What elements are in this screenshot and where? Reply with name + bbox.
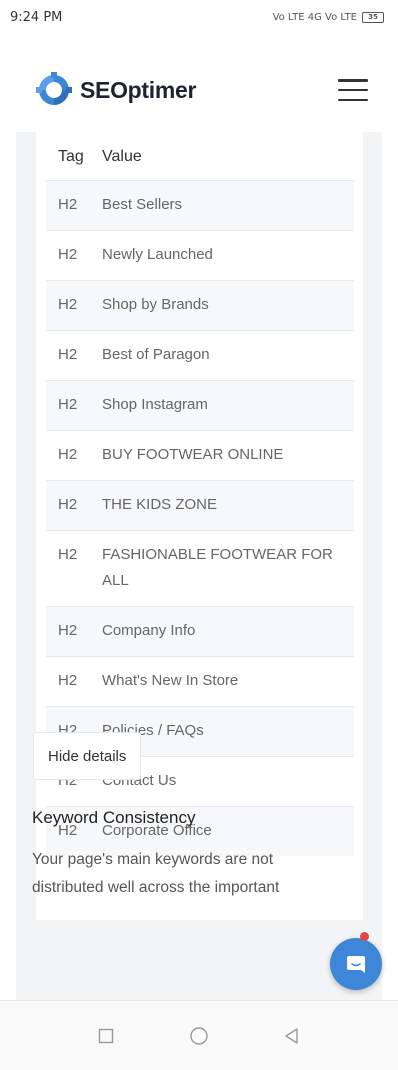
row-value: FASHIONABLE FOOTWEAR FOR ALL — [102, 546, 333, 589]
chat-button[interactable] — [330, 938, 382, 990]
row-value: Shop by Brands — [102, 296, 209, 313]
row-tag: H2 — [58, 672, 78, 689]
table-row: H2 BUY FOOTWEAR ONLINE — [46, 430, 354, 480]
logo-text: SEOptimer — [80, 76, 197, 103]
square-recents-icon[interactable] — [91, 1021, 121, 1051]
row-value: Shop Instagram — [102, 396, 208, 413]
row-tag: H2 — [58, 546, 78, 563]
row-value: Company Info — [102, 622, 196, 639]
table-row: H2 FASHIONABLE FOOTWEAR FOR ALL — [46, 530, 354, 606]
table-row: H2 Shop by Brands — [46, 280, 354, 330]
table-row: H2 Best Sellers — [46, 180, 354, 230]
status-time: 9:24 PM — [10, 9, 63, 25]
row-tag: H2 — [58, 296, 78, 313]
notification-dot — [360, 932, 369, 941]
keyword-consistency-description: Your page's main keywords are not distri… — [32, 851, 280, 896]
table-row: H2 Shop Instagram — [46, 380, 354, 430]
table-header: Tag Value — [46, 134, 354, 180]
row-tag: H2 — [58, 622, 78, 639]
hamburger-menu-icon[interactable] — [338, 79, 368, 101]
table-row: H2 What's New In Store — [46, 656, 354, 706]
app-header: SEOptimer — [0, 50, 398, 130]
keyword-consistency-title: Keyword Consistency — [32, 808, 196, 827]
triangle-back-icon[interactable] — [277, 1021, 307, 1051]
row-value: Best Sellers — [102, 196, 183, 213]
chat-bubble-icon — [347, 956, 365, 973]
seoptimer-logo-icon — [36, 72, 72, 105]
row-value: Best of Paragon — [102, 346, 210, 363]
table-row: H2 Newly Launched — [46, 230, 354, 280]
battery-icon: 35 — [362, 11, 384, 23]
row-value: THE KIDS ZONE — [102, 496, 218, 513]
signal-icons: Vo LTE 4G Vo LTE — [272, 11, 357, 23]
status-bar: 9:24 PM Vo LTE 4G Vo LTE 35 — [0, 0, 398, 34]
table-row: H2 Company Info — [46, 606, 354, 656]
table-row: H2 THE KIDS ZONE — [46, 480, 354, 530]
row-tag: H2 — [58, 196, 78, 213]
logo[interactable]: SEOptimer — [34, 70, 196, 110]
circle-home-icon[interactable] — [184, 1021, 214, 1051]
row-value: BUY FOOTWEAR ONLINE — [102, 446, 284, 463]
row-tag: H2 — [58, 396, 78, 413]
headings-card: Tag Value H2 Best Sellers H2 Newly Launched… — [36, 132, 363, 920]
row-tag: H2 — [58, 496, 78, 513]
row-tag: H2 — [58, 246, 78, 263]
hide-details-button[interactable]: Hide details — [33, 732, 142, 780]
table-row: H2 Best of Paragon — [46, 330, 354, 380]
system-nav-bar — [0, 1000, 398, 1070]
row-value: What's New In Store — [102, 672, 239, 689]
column-header-tag: Tag — [58, 148, 84, 165]
row-tag: H2 — [58, 446, 78, 463]
status-icons: Vo LTE 4G Vo LTE 35 — [272, 11, 384, 23]
row-value: Newly Launched — [102, 246, 213, 263]
row-tag: H2 — [58, 346, 78, 363]
column-header-value: Value — [102, 148, 142, 165]
